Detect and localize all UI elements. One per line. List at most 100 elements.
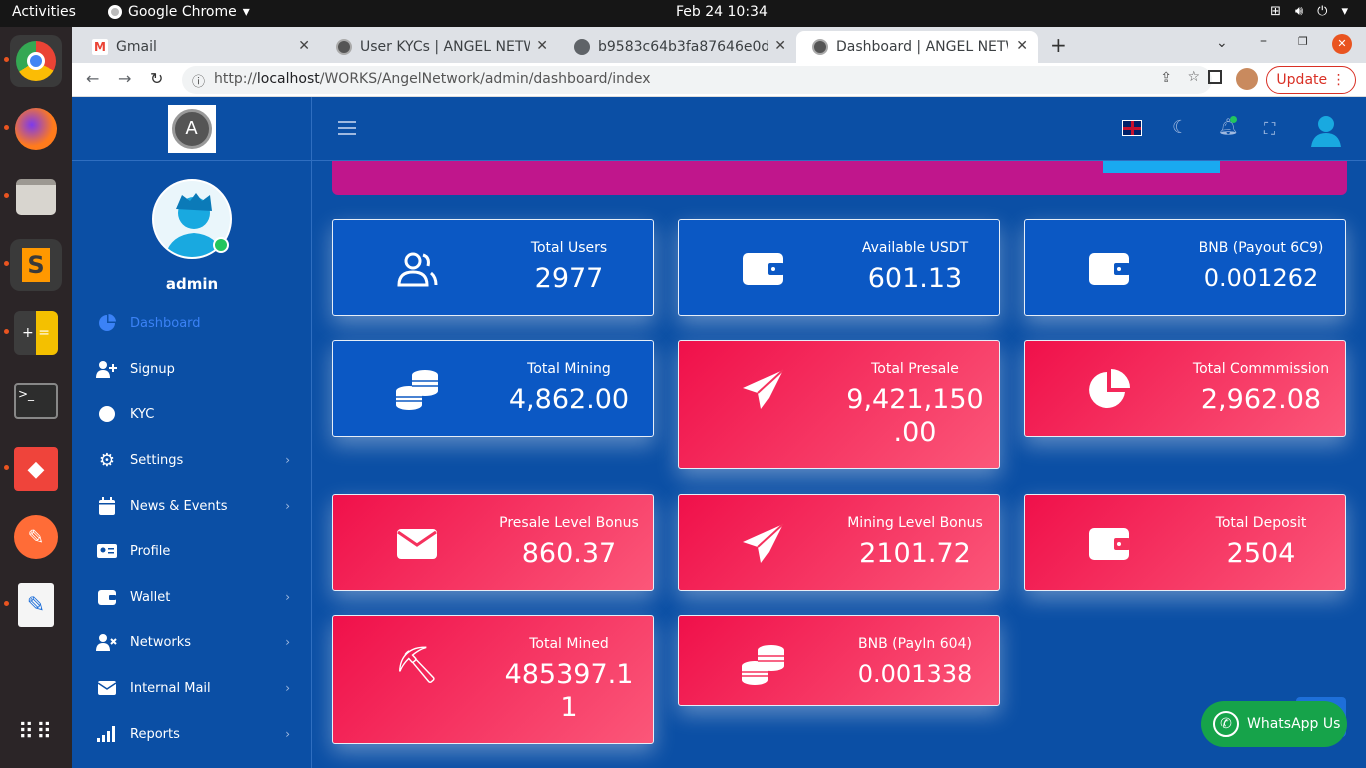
- bookmark-star-icon[interactable]: ☆: [1187, 69, 1200, 85]
- whatsapp-button[interactable]: ✆ WhatsApp Us: [1201, 701, 1347, 747]
- reload-icon[interactable]: ↻: [150, 69, 163, 88]
- dock-terminal[interactable]: >_: [10, 375, 62, 427]
- sidebar-item-reports[interactable]: Reports ›: [72, 714, 312, 754]
- chrome-icon: [16, 41, 56, 81]
- os-top-bar: Activities Google Chrome ▾ Feb 24 10:34 …: [0, 0, 1366, 27]
- sidebar-item-signup[interactable]: Signup: [72, 349, 312, 389]
- dark-mode-moon-icon[interactable]: ☾: [1172, 117, 1188, 138]
- forward-icon[interactable]: →: [118, 69, 131, 88]
- uk-flag-icon[interactable]: [1122, 120, 1142, 136]
- sidebar-item-label: Networks: [130, 634, 192, 650]
- dock-calculator[interactable]: + =: [4, 307, 62, 359]
- wallet-icon: [1083, 248, 1135, 290]
- dock-sublime[interactable]: S: [4, 239, 62, 291]
- dock-chrome[interactable]: [4, 35, 62, 87]
- dock-anydesk[interactable]: ◆: [4, 443, 62, 495]
- restore-icon[interactable]: ❐: [1298, 35, 1308, 48]
- app-menu[interactable]: Google Chrome ▾: [108, 4, 250, 20]
- chevron-right-icon: ›: [285, 499, 290, 513]
- card-value: 0.001262: [1203, 264, 1319, 292]
- sidebar-item-kyc[interactable]: KYC: [72, 394, 312, 434]
- angel-network-favicon: [812, 39, 828, 55]
- card-value-line2: .00: [893, 417, 937, 448]
- chrome-small-icon: [108, 5, 122, 19]
- paper-plane-icon: [737, 369, 789, 411]
- system-tray[interactable]: ⊞ 🔊︎ ⏻ ▾: [1270, 4, 1348, 19]
- dock-firefox[interactable]: [4, 103, 62, 155]
- card-value-line2: 1: [560, 692, 578, 723]
- sidepanel-icon[interactable]: [1208, 70, 1222, 84]
- card-label: Available USDT: [861, 240, 969, 256]
- dock-text-editor[interactable]: ✎: [4, 579, 62, 631]
- tab-close-icon[interactable]: ✕: [1016, 38, 1028, 54]
- dock: S + = >_ ◆ ✎ ✎ ⠿⠿: [0, 27, 72, 768]
- topbar: ☾ 🔔︎ ⛶: [312, 97, 1366, 161]
- clock[interactable]: Feb 24 10:34: [676, 4, 768, 20]
- dock-files[interactable]: [4, 171, 62, 223]
- card-label: Total Mining: [527, 361, 611, 377]
- sidebar-item-profile[interactable]: Profile: [72, 531, 312, 571]
- user-plus-icon: [94, 360, 120, 378]
- card-value: 0.001338: [857, 660, 973, 688]
- close-window-icon[interactable]: ✕: [1332, 34, 1352, 54]
- hamburger-menu-icon[interactable]: [338, 121, 356, 135]
- minimize-icon[interactable]: –: [1260, 33, 1267, 49]
- tab-user-kycs[interactable]: User KYCs | ANGEL NETW ✕: [320, 31, 558, 63]
- tray-caret-icon: ▾: [1341, 4, 1348, 19]
- update-button[interactable]: Update ⋮: [1266, 66, 1356, 94]
- coins-icon: [737, 644, 789, 686]
- tab-search-icon[interactable]: ⌄: [1216, 35, 1228, 51]
- url-path: /WORKS/AngelNetwork/admin/dashboard/inde…: [319, 71, 651, 87]
- terminal-icon: >_: [14, 383, 58, 419]
- banner-button[interactable]: [1103, 161, 1220, 173]
- sidebar-item-news-events[interactable]: News & Events ›: [72, 486, 312, 526]
- running-indicator: [4, 261, 9, 266]
- network-icon: ⊞: [1270, 4, 1281, 19]
- share-icon[interactable]: ⇪: [1160, 70, 1172, 86]
- sidebar-item-wallet[interactable]: Wallet ›: [72, 577, 312, 617]
- sidebar-item-networks[interactable]: Networks ›: [72, 622, 312, 662]
- sublime-icon: S: [22, 248, 50, 282]
- profile-avatar[interactable]: [1236, 68, 1258, 90]
- new-tab-icon[interactable]: +: [1050, 33, 1067, 57]
- stat-card-total-users: Total Users 2977: [332, 219, 654, 316]
- tab-close-icon[interactable]: ✕: [774, 38, 786, 54]
- notification-dot: [1230, 116, 1237, 123]
- envelope-icon: [391, 523, 443, 565]
- address-bar[interactable]: ⓘ http://localhost/WORKS/AngelNetwork/ad…: [182, 66, 1212, 94]
- user-avatar-icon[interactable]: [1308, 111, 1344, 147]
- users-icon: [391, 248, 443, 290]
- fullscreen-icon[interactable]: ⛶: [1264, 119, 1275, 139]
- tab-dashboard[interactable]: Dashboard | ANGEL NETW ✕: [796, 31, 1038, 63]
- toolbar: ← → ↻ ⓘ http://localhost/WORKS/AngelNetw…: [72, 63, 1366, 97]
- postman-icon: ✎: [14, 515, 58, 559]
- pie-chart-icon: [1083, 369, 1135, 411]
- tab-close-icon[interactable]: ✕: [536, 38, 548, 54]
- back-icon[interactable]: ←: [86, 69, 99, 88]
- username: admin: [165, 275, 219, 293]
- activities-button[interactable]: Activities: [12, 4, 76, 20]
- sidebar-item-label: Signup: [130, 361, 175, 377]
- chevron-right-icon: ›: [285, 635, 290, 649]
- online-status-dot: [213, 237, 229, 253]
- folder-icon: [16, 179, 56, 215]
- sidebar-item-settings[interactable]: ⚙ Settings ›: [72, 440, 312, 480]
- card-label: Total Deposit: [1215, 515, 1307, 531]
- gears-icon: ⚙: [98, 449, 116, 471]
- sidebar-item-label: News & Events: [130, 498, 228, 514]
- dock-postman[interactable]: ✎: [10, 511, 62, 563]
- user-x-icon: [94, 633, 120, 651]
- dock-app-grid[interactable]: ⠿⠿: [10, 707, 62, 759]
- sidebar-item-label: KYC: [130, 406, 155, 422]
- card-value: 2,962.08: [1200, 384, 1322, 415]
- tab-hash[interactable]: b9583c64b3fa87646e0d0 ✕: [558, 31, 796, 63]
- anydesk-icon: ◆: [14, 447, 58, 491]
- volume-icon: 🔊︎: [1294, 4, 1304, 19]
- sidebar-item-internal-mail[interactable]: Internal Mail ›: [72, 668, 312, 708]
- sidebar-item-dashboard[interactable]: Dashboard: [72, 303, 312, 343]
- power-icon: ⏻: [1317, 4, 1328, 19]
- stat-card-presale-level-bonus: Presale Level Bonus 860.37: [332, 494, 654, 591]
- tab-close-icon[interactable]: ✕: [298, 38, 310, 54]
- tab-gmail[interactable]: M Gmail ✕: [76, 31, 320, 63]
- logo[interactable]: A: [167, 104, 216, 153]
